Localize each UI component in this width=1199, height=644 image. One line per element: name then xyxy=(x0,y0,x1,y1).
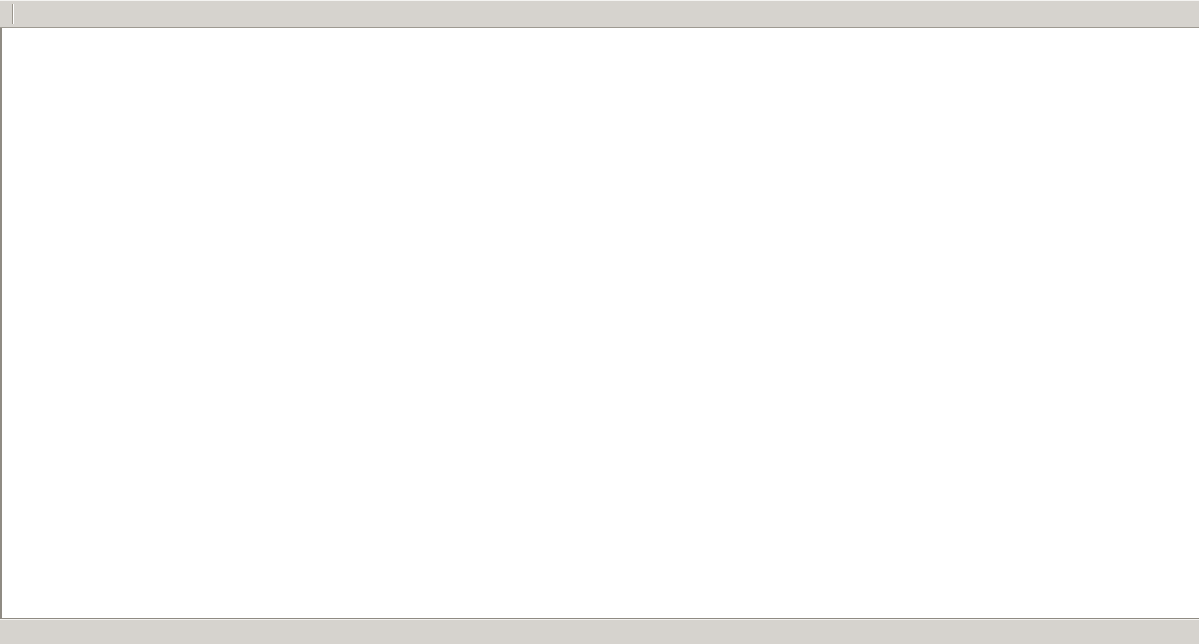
chart-window xyxy=(0,28,1199,618)
timeframe-toolbar xyxy=(0,0,1199,28)
price-chart xyxy=(2,28,1199,491)
rsi-panel xyxy=(2,491,1199,619)
chart-tabbar xyxy=(0,618,1199,644)
toolbar-separator xyxy=(12,4,14,24)
trading-app-window xyxy=(0,0,1199,644)
